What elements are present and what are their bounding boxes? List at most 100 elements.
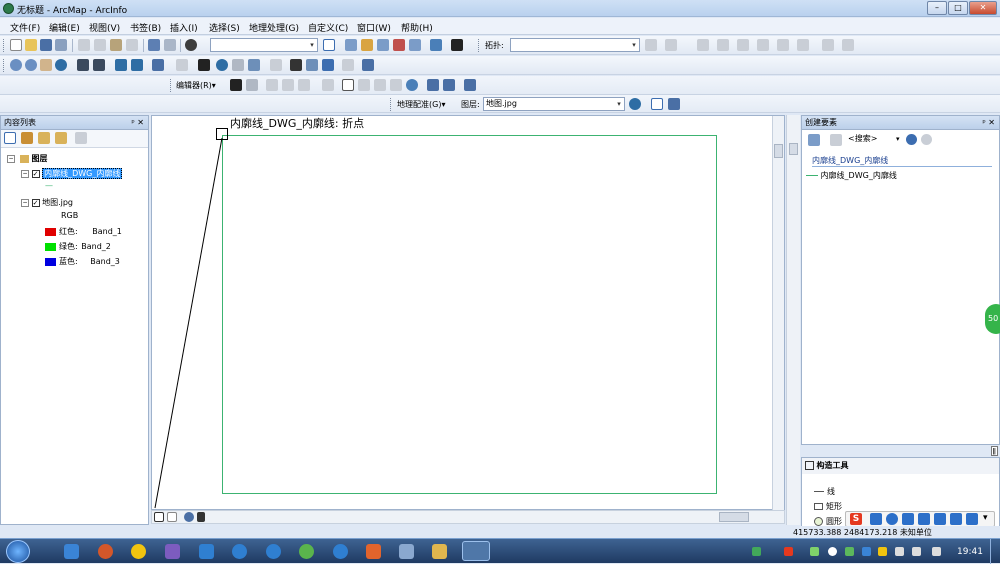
map-vertical-scrollbar[interactable] (772, 116, 784, 511)
taskbar-qq-browser-icon[interactable] (333, 544, 348, 559)
save-icon[interactable] (40, 39, 52, 51)
scroll-thumb[interactable] (774, 144, 783, 158)
search-window-icon[interactable] (377, 39, 389, 51)
ime-toolbar[interactable]: S ▾ (845, 511, 995, 527)
end-point-arc-icon[interactable] (282, 79, 294, 91)
splitter-toggle-icon[interactable]: ǁ (990, 446, 998, 456)
tray-volume-icon[interactable] (932, 547, 941, 556)
redo-icon[interactable] (164, 39, 176, 51)
tray-bluetooth-icon[interactable] (862, 547, 871, 556)
taskbar-ie-icon[interactable] (232, 544, 247, 559)
html-popup-icon[interactable] (248, 59, 260, 71)
measure-icon[interactable] (270, 59, 282, 71)
select-features-icon[interactable] (152, 59, 164, 71)
taskbar-vs-icon[interactable] (165, 544, 180, 559)
split-icon[interactable] (390, 79, 402, 91)
create-features-icon[interactable] (464, 79, 476, 91)
layer-raster[interactable]: − ✓ 地图.jpg (21, 197, 73, 208)
construct-line[interactable]: 线 (814, 486, 835, 497)
georeferencing-menu[interactable]: 地理配准(G)▾ (397, 99, 445, 110)
tray-battery-icon[interactable] (810, 547, 819, 556)
editor-menu[interactable]: 编辑器(R)▾ (176, 80, 216, 91)
attributes-icon[interactable] (427, 79, 439, 91)
undo-icon[interactable] (148, 39, 160, 51)
copy-icon[interactable] (94, 39, 106, 51)
straight-segment-icon[interactable] (266, 79, 278, 91)
layer-raster-label[interactable]: 地图.jpg (42, 198, 73, 207)
menu-windows[interactable]: 窗口(W) (357, 21, 391, 34)
menu-view[interactable]: 视图(V) (89, 21, 120, 34)
edit-tool-icon[interactable] (230, 79, 242, 91)
topology-edit-icon[interactable] (665, 39, 677, 51)
layer-visibility-checkbox[interactable]: ✓ (31, 169, 40, 178)
whats-this-icon[interactable] (451, 39, 463, 51)
topology-props-icon[interactable] (842, 39, 854, 51)
identify-icon[interactable] (216, 59, 228, 71)
taskbar-app-icon[interactable] (64, 544, 79, 559)
menu-insert[interactable]: 插入(I) (170, 21, 198, 34)
cut-icon[interactable] (78, 39, 90, 51)
tray-network-icon[interactable] (752, 547, 761, 556)
template-item[interactable]: 内廓线_DWG_内廓线 (806, 170, 897, 181)
layer-visibility-checkbox[interactable]: ✓ (31, 198, 40, 207)
data-view-icon[interactable] (154, 512, 164, 522)
zoom-in-icon[interactable] (10, 59, 22, 71)
tray-display-icon[interactable] (912, 547, 921, 556)
open-folder-icon[interactable] (25, 39, 37, 51)
outer-scroll-thumb[interactable] (789, 143, 798, 155)
find-icon[interactable] (290, 59, 302, 71)
cut-polygons-icon[interactable] (374, 79, 386, 91)
create-features-pin-close[interactable]: ᵖ ✕ (982, 116, 995, 130)
layout-view-icon[interactable] (167, 512, 177, 522)
menu-customize[interactable]: 自定义(C) (308, 21, 348, 34)
search-dropdown-icon[interactable]: ▾ (896, 135, 900, 143)
ime-keyboard-icon[interactable] (918, 513, 930, 525)
map-outer-scrollbar[interactable] (786, 115, 800, 525)
collapse-icon[interactable]: − (7, 154, 15, 163)
toc-options-icon[interactable] (75, 132, 87, 144)
tray-app-icon[interactable] (878, 547, 887, 556)
list-by-visibility-icon[interactable] (38, 132, 50, 144)
back-extent-icon[interactable] (115, 59, 127, 71)
fixed-zoom-out-icon[interactable] (93, 59, 105, 71)
model-builder-icon[interactable] (430, 39, 442, 51)
hyperlink-icon[interactable] (232, 59, 244, 71)
topology-tool-icon[interactable] (645, 39, 657, 51)
topology-error-icon[interactable] (757, 39, 769, 51)
list-by-source-icon[interactable] (21, 132, 33, 144)
template-item-label[interactable]: 内廓线_DWG_内廓线 (821, 171, 897, 180)
float-badge[interactable]: 50 (985, 304, 1000, 334)
taskbar-player-icon[interactable] (266, 544, 281, 559)
minimize-button[interactable]: – (927, 1, 947, 15)
add-control-points-icon[interactable] (651, 98, 663, 110)
start-button[interactable] (6, 540, 30, 563)
map-view[interactable]: 内廓线_DWG_内廓线: 折点 (151, 115, 785, 511)
tray-sogou-icon[interactable] (784, 547, 793, 556)
forward-extent-icon[interactable] (131, 59, 143, 71)
ime-menu-icon[interactable]: ▾ (983, 513, 988, 523)
template-view-icon[interactable] (830, 134, 842, 146)
tree-root[interactable]: − 图层 (7, 153, 48, 164)
fixed-zoom-in-icon[interactable] (77, 59, 89, 71)
menu-selection[interactable]: 选择(S) (209, 21, 240, 34)
topology-fix-icon[interactable] (737, 39, 749, 51)
topology-shared-icon[interactable] (797, 39, 809, 51)
menu-file[interactable]: 文件(F) (10, 21, 40, 34)
edit-annotation-icon[interactable] (246, 79, 258, 91)
select-elements-icon[interactable] (198, 59, 210, 71)
organize-templates-icon[interactable] (808, 134, 820, 146)
clear-search-icon[interactable] (921, 134, 932, 145)
taskbar-pdf-icon[interactable] (366, 544, 381, 559)
viewer-window-icon[interactable] (362, 59, 374, 71)
find-route-icon[interactable] (306, 59, 318, 71)
taskbar-explorer-icon[interactable] (432, 544, 447, 559)
print-icon[interactable] (55, 39, 67, 51)
arctoolbox-icon[interactable] (393, 39, 405, 51)
close-button[interactable]: ✕ (969, 1, 997, 15)
topology-inspector-icon[interactable] (777, 39, 789, 51)
panel-splitter[interactable]: ǁ (801, 446, 1000, 456)
search-icon[interactable] (906, 134, 917, 145)
taskbar-media-icon[interactable] (98, 544, 113, 559)
delete-icon[interactable] (126, 39, 138, 51)
full-extent-icon[interactable] (55, 59, 67, 71)
